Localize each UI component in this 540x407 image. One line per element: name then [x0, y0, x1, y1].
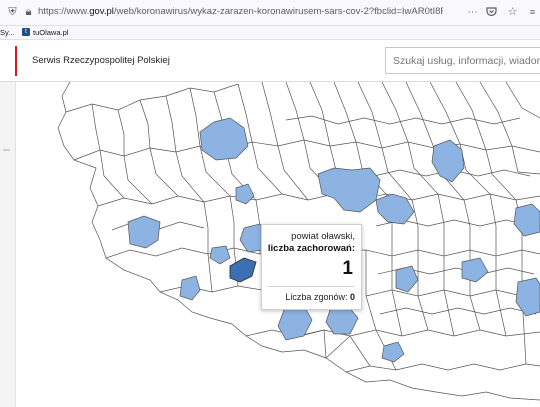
tooltip-deaths-label: Liczba zgonów: — [285, 292, 348, 302]
tooltip-cases-value: 1 — [342, 258, 353, 279]
url-prefix: https://www. — [38, 6, 90, 17]
bookmark-item[interactable]: Sy... — [0, 28, 14, 37]
district-tooltip: powiat oławski, liczba zachorowań: 1 Lic… — [261, 224, 362, 310]
site-title[interactable]: Serwis Rzeczypospolitej Polskiej — [32, 55, 170, 66]
lock-icon[interactable]: 🔒︎ — [22, 6, 35, 19]
tooltip-district-name: powiat oławski, — [291, 231, 355, 242]
bookmarks-bar: Sy... t tuOlawa.pl — [0, 26, 540, 40]
tooltip-deaths-value: 0 — [349, 292, 355, 302]
url-field[interactable]: https://www.gov.pl/web/koronawirus/wykaz… — [38, 6, 443, 17]
page-actions-icon[interactable]: ⋯ — [466, 6, 479, 19]
shield-icon[interactable]: ⛨ — [6, 6, 19, 19]
browser-address-bar: ⛨ 🔒︎ https://www.gov.pl/web/koronawirus/… — [0, 0, 540, 26]
tooltip-deaths: Liczba zgonów: 0 — [285, 292, 355, 302]
tooltip-cases-label: liczba zachorowań: — [267, 243, 355, 254]
bookmark-item[interactable]: tuOlawa.pl — [33, 28, 68, 37]
menu-icon[interactable]: ≡ — [526, 6, 539, 19]
side-panel — [0, 82, 16, 407]
search-input[interactable] — [385, 47, 540, 74]
url-path: /web/koronawirus/wykaz-zarazen-koronawir… — [113, 6, 443, 17]
brand-bar — [15, 46, 17, 76]
bookmark-favicon-icon: t — [22, 28, 30, 36]
pocket-icon[interactable] — [485, 6, 498, 19]
bookmark-star-icon[interactable]: ☆ — [506, 6, 519, 19]
tooltip-divider — [268, 286, 355, 287]
url-domain: gov.pl — [89, 6, 114, 17]
side-panel-marker — [3, 149, 10, 151]
